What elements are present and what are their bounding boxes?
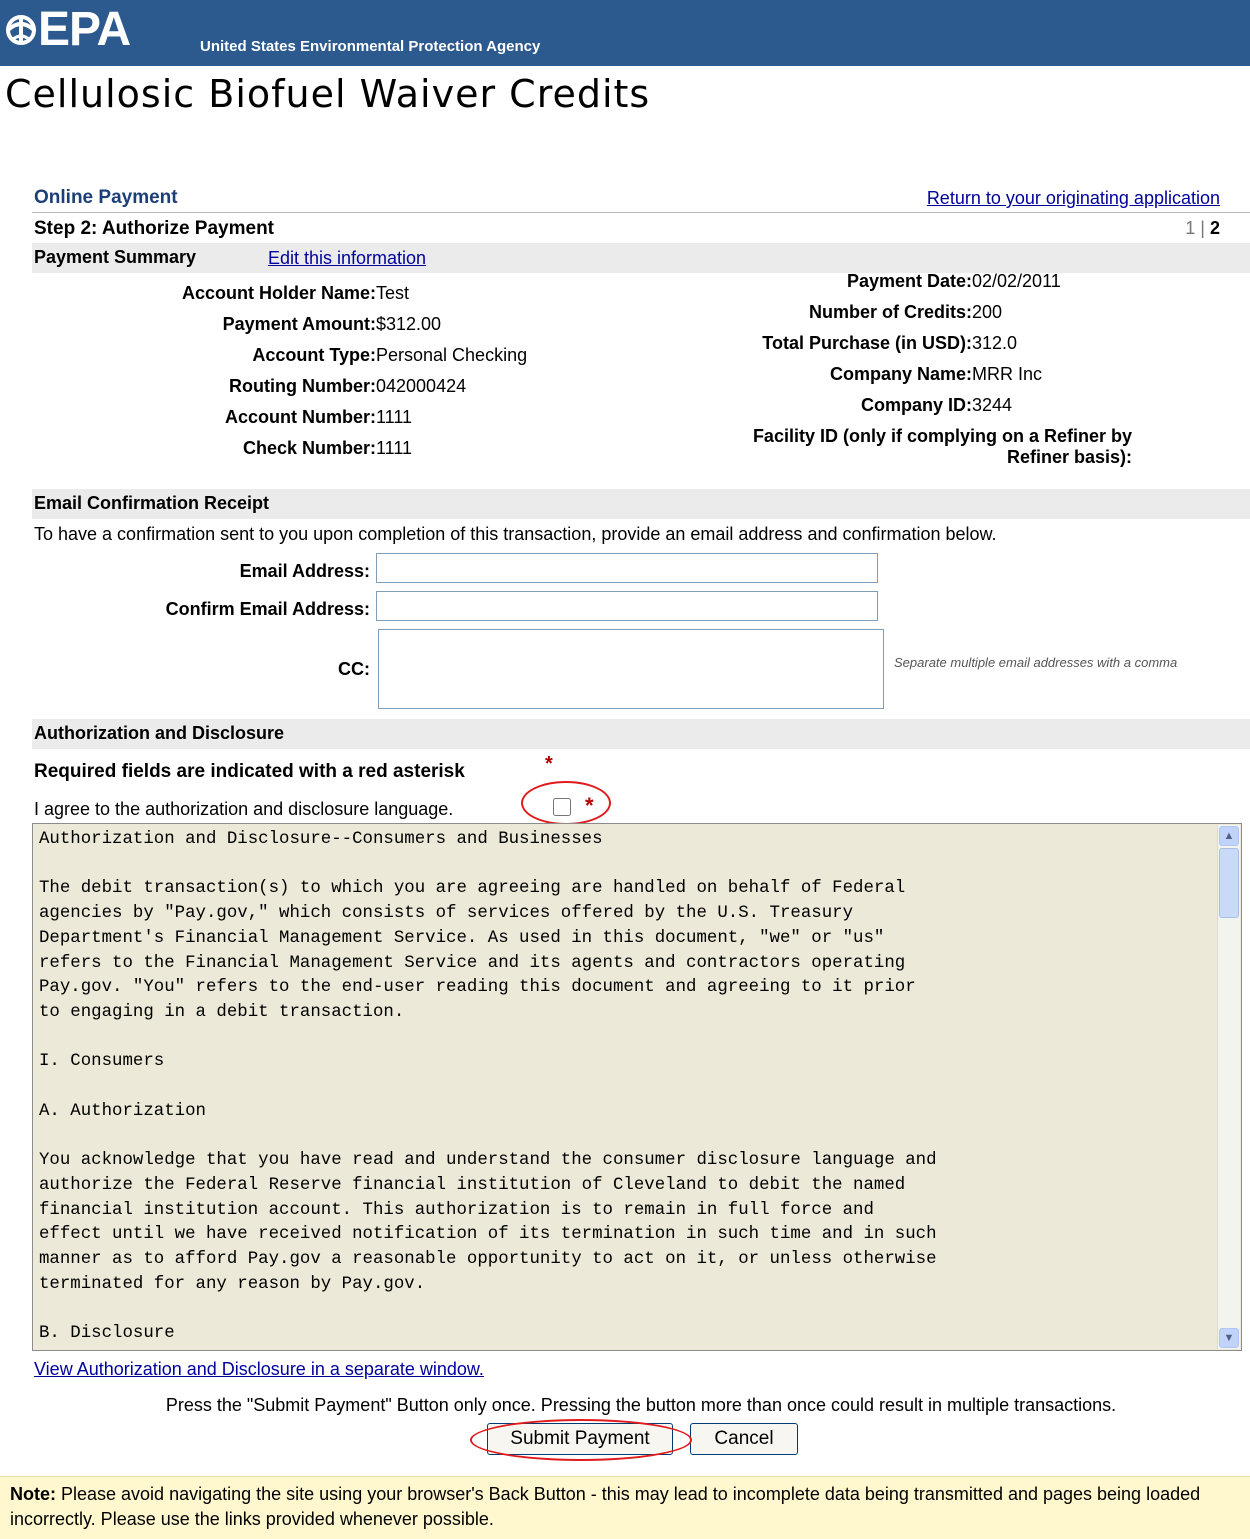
required-note-text: Required fields are indicated with a red… (34, 761, 465, 782)
confirm-email-row: Confirm Email Address: (32, 589, 1250, 627)
summary-company-name: Company Name:MRR Inc (829, 364, 1043, 384)
authorization-section-bar: Authorization and Disclosure (32, 719, 1250, 749)
cc-label: CC: (338, 659, 370, 679)
email-row: Email Address: (32, 551, 1250, 589)
step-2-current: 2 (1209, 218, 1220, 238)
summary-company-id: Company ID:3244 (860, 395, 1013, 415)
submit-once-note: Press the "Submit Payment" Button only o… (165, 1395, 1117, 1415)
summary-facility-id: Facility ID (only if complying on a Refi… (752, 426, 1132, 467)
summary-check-number: Check Number:1111 (242, 438, 413, 458)
confirm-email-label: Confirm Email Address: (165, 599, 370, 619)
payment-summary: Account Holder Name:Test Payment Amount:… (32, 271, 1250, 489)
email-section-title: Email Confirmation Receipt (34, 493, 270, 513)
disclosure-scrollbar[interactable]: ▲ ▼ (1217, 825, 1240, 1349)
note-label: Note: (10, 1484, 56, 1504)
edit-information-link[interactable]: Edit this information (268, 248, 426, 269)
summary-account-number: Account Number:1111 (224, 407, 413, 427)
cancel-button[interactable]: Cancel (690, 1423, 798, 1455)
step-separator: | (1195, 218, 1210, 238)
cc-hint: Separate multiple email addresses with a… (894, 655, 1178, 670)
view-disclosure-link[interactable]: View Authorization and Disclosure in a s… (32, 1351, 1250, 1383)
summary-account-holder: Account Holder Name:Test (181, 283, 410, 303)
epa-logo[interactable]: EPA (6, 2, 131, 62)
disclosure-text: Authorization and Disclosure--Consumers … (39, 830, 937, 1344)
payment-form: Online Payment Return to your originatin… (32, 184, 1250, 1461)
step-title: Step 2: Authorize Payment (34, 218, 275, 239)
scroll-down-icon[interactable]: ▼ (1219, 1328, 1239, 1348)
online-payment-row: Online Payment Return to your originatin… (32, 184, 1250, 213)
scroll-up-icon[interactable]: ▲ (1219, 826, 1239, 846)
summary-routing-number: Routing Number:042000424 (229, 376, 467, 396)
online-payment-label: Online Payment (34, 187, 178, 208)
email-input[interactable] (376, 553, 878, 583)
agree-label: I agree to the authorization and disclos… (34, 799, 454, 819)
scroll-thumb[interactable] (1219, 848, 1239, 918)
button-row: Submit Payment Cancel (32, 1419, 1250, 1461)
agency-name: United States Environmental Protection A… (200, 38, 541, 55)
email-label: Email Address: (239, 561, 370, 581)
required-fields-note: Required fields are indicated with a red… (32, 749, 1250, 793)
cc-row: CC: Separate multiple email addresses wi… (32, 627, 1250, 719)
agree-required-asterisk: * (585, 793, 594, 818)
agree-checkbox[interactable] (553, 798, 571, 816)
summary-payment-date: Payment Date:02/02/2011 (846, 271, 1061, 291)
email-intro-text: To have a confirmation sent to you upon … (34, 524, 997, 544)
summary-payment-amount: Payment Amount:$312.00 (222, 314, 442, 334)
epa-flower-icon (6, 15, 36, 45)
return-link[interactable]: Return to your originating application (927, 188, 1220, 209)
page-title: Cellulosic Biofuel Waiver Credits (5, 72, 651, 116)
cc-textarea[interactable] (378, 629, 884, 709)
step-row: Step 2: Authorize Payment 1 | 2 (32, 213, 1250, 243)
note-text: Please avoid navigating the site using y… (10, 1484, 1201, 1529)
summary-number-of-credits: Number of Credits:200 (808, 302, 1003, 322)
email-section-bar: Email Confirmation Receipt (32, 489, 1250, 519)
confirm-email-input[interactable] (376, 591, 878, 621)
payment-summary-bar: Payment Summary Edit this information (32, 243, 1250, 273)
logo-text: EPA (38, 3, 131, 56)
navigation-note: Note: Please avoid navigating the site u… (0, 1476, 1250, 1539)
submit-payment-button[interactable]: Submit Payment (487, 1423, 673, 1455)
step-indicator: 1 | 2 (1185, 218, 1220, 239)
required-asterisk: * (545, 753, 553, 775)
disclosure-textbox[interactable]: Authorization and Disclosure--Consumers … (32, 823, 1242, 1351)
header-banner: EPA United States Environmental Protecti… (0, 0, 1250, 66)
payment-summary-title: Payment Summary (34, 247, 197, 267)
step-1-link[interactable]: 1 (1185, 218, 1195, 238)
summary-total-purchase: Total Purchase (in USD):312.0 (762, 333, 1018, 353)
summary-account-type: Account Type:Personal Checking (252, 345, 528, 365)
authorization-section-title: Authorization and Disclosure (34, 723, 285, 743)
agree-row: I agree to the authorization and disclos… (32, 781, 1250, 825)
